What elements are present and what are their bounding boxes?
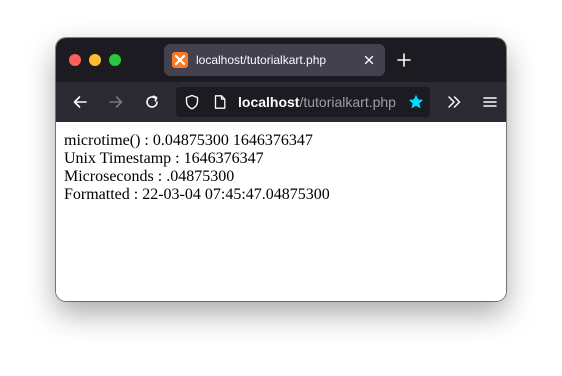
output-line-unix-timestamp: Unix Timestamp : 1646376347	[64, 150, 264, 167]
tab-close-icon[interactable]	[361, 52, 377, 68]
zoom-window-button[interactable]	[109, 54, 121, 66]
close-window-button[interactable]	[69, 54, 81, 66]
output-line-microtime: microtime() : 0.04875300 1646376347	[64, 132, 313, 149]
hamburger-menu-icon[interactable]	[482, 94, 498, 110]
navigation-toolbar: localhost/tutorialkart.php	[56, 82, 506, 122]
page-icon[interactable]	[212, 94, 228, 110]
forward-arrow-icon[interactable]	[108, 94, 124, 110]
overflow-chevrons-icon[interactable]	[446, 94, 462, 110]
url-path: /tutorialkart.php	[299, 94, 396, 110]
bookmark-star-icon[interactable]	[408, 94, 424, 110]
address-bar[interactable]: localhost/tutorialkart.php	[176, 87, 430, 117]
title-bar: localhost/tutorialkart.php	[56, 38, 506, 82]
output-line-microseconds: Microseconds : .04875300	[64, 168, 235, 185]
xampp-icon	[172, 52, 188, 68]
shield-icon[interactable]	[184, 94, 200, 110]
new-tab-plus-icon[interactable]	[396, 52, 412, 68]
url-host: localhost	[238, 94, 300, 110]
output-line-formatted: Formatted : 22-03-04 07:45:47.04875300	[64, 186, 330, 203]
url-text: localhost/tutorialkart.php	[238, 87, 396, 117]
back-arrow-icon[interactable]	[72, 94, 88, 110]
page-content: microtime() : 0.04875300 1646376347 Unix…	[56, 122, 506, 301]
minimize-window-button[interactable]	[89, 54, 101, 66]
tab-active[interactable]: localhost/tutorialkart.php	[164, 44, 385, 76]
reload-icon[interactable]	[144, 94, 160, 110]
tab-title: localhost/tutorialkart.php	[196, 53, 327, 67]
browser-window: localhost/tutorialkart.php localhost/tut…	[56, 38, 506, 301]
